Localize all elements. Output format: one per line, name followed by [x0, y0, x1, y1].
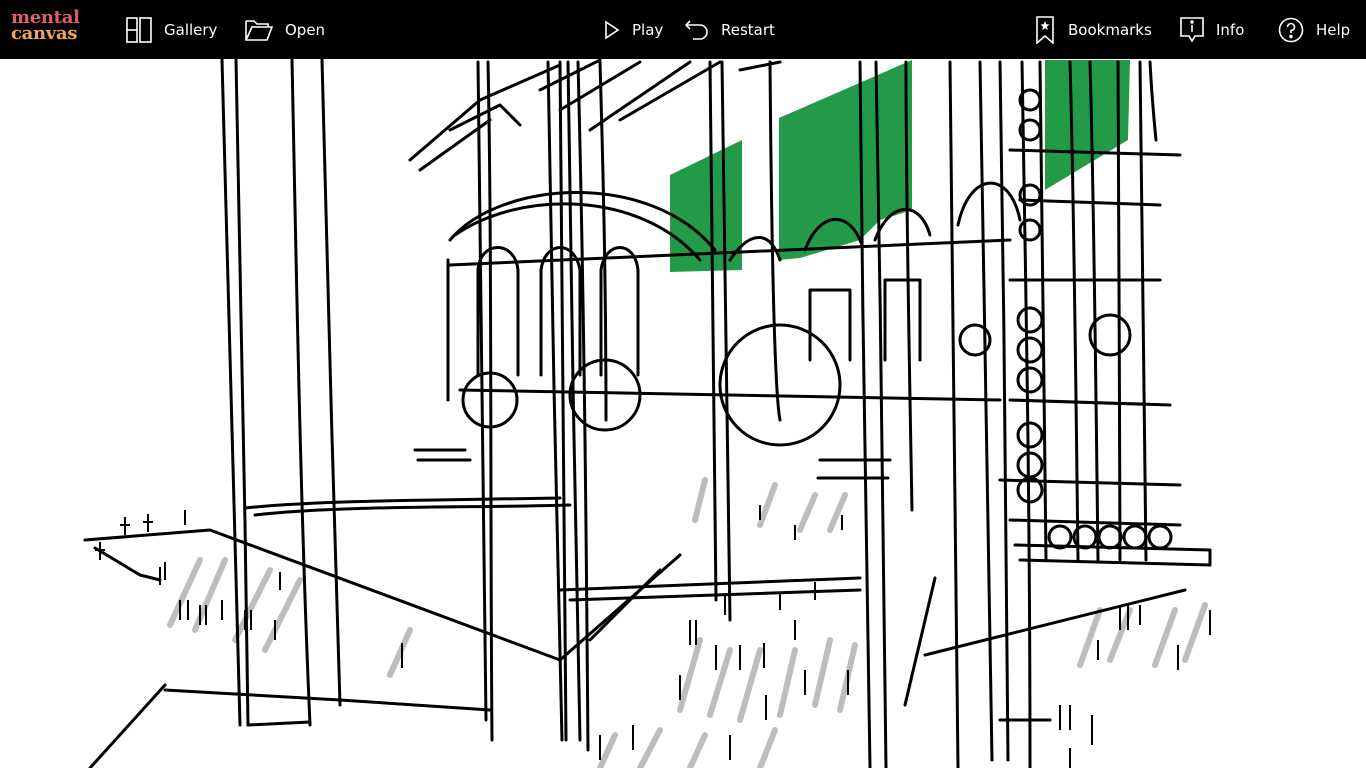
gallery-icon — [126, 16, 152, 43]
folder-icon — [245, 18, 273, 42]
info-label: Info — [1216, 20, 1245, 39]
gallery-label: Gallery — [164, 20, 218, 39]
logo-line-2: canvas — [11, 23, 78, 44]
sketch-drawing — [83, 59, 1212, 768]
play-icon — [604, 20, 620, 40]
bookmarks-button[interactable]: Bookmarks — [1034, 0, 1152, 59]
restart-button[interactable]: Restart — [685, 0, 775, 59]
sketch-lines — [83, 59, 1212, 768]
open-button[interactable]: Open — [245, 0, 325, 59]
toolbar: mental canvas Gallery Open Play Restart … — [0, 0, 1366, 59]
info-button[interactable]: Info — [1180, 0, 1244, 59]
open-label: Open — [285, 20, 326, 39]
info-icon — [1180, 16, 1204, 43]
drawing-canvas[interactable] — [0, 59, 1366, 768]
help-icon — [1278, 17, 1304, 43]
help-button[interactable]: Help — [1278, 0, 1350, 59]
restart-icon — [685, 19, 709, 41]
app-logo: mental canvas — [11, 9, 80, 44]
restart-label: Restart — [721, 20, 775, 39]
play-label: Play — [632, 20, 664, 39]
bookmarks-label: Bookmarks — [1068, 20, 1152, 39]
help-label: Help — [1316, 20, 1351, 39]
gallery-button[interactable]: Gallery — [126, 0, 217, 59]
play-button[interactable]: Play — [604, 0, 663, 59]
green-panels — [670, 60, 1130, 272]
bookmark-icon — [1034, 15, 1056, 44]
